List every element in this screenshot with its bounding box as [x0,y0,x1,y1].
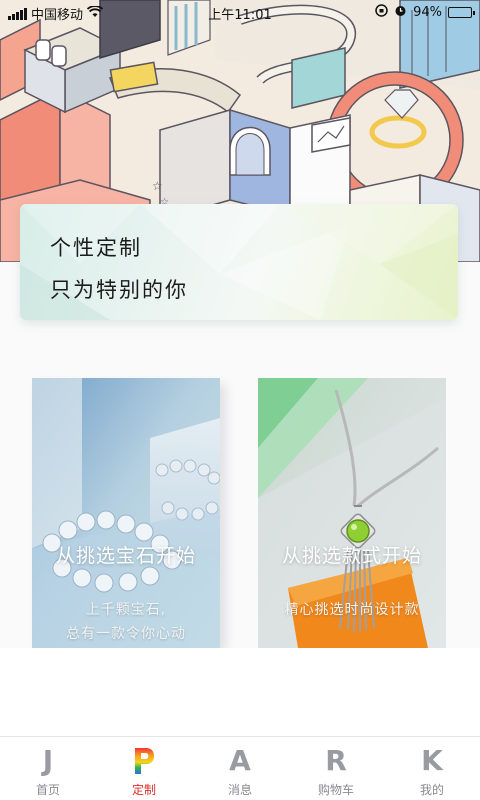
alarm-icon [394,4,407,21]
messages-icon: A [229,744,251,777]
tab-home[interactable]: J 首页 [0,737,96,800]
cart-icon: R [325,744,347,777]
tab-profile[interactable]: K 我的 [384,737,480,800]
tab-profile-label: 我的 [419,783,444,797]
svg-text:☆: ☆ [152,179,163,193]
choose-gem-subtitle-line: 总有一款令你心动 [66,626,186,642]
tab-home-label: 首页 [35,783,60,797]
battery-percent: 94% [413,5,442,20]
tab-messages[interactable]: A 消息 [192,737,288,800]
profile-icon: K [421,744,443,777]
content-spacer [0,648,480,736]
tab-customize-label: 定制 [131,783,156,797]
tab-cart-label: 购物车 [317,783,354,797]
custom-banner[interactable]: 个性定制 只为特别的你 [20,204,458,320]
tab-customize[interactable]: 定制 [96,737,192,800]
choose-style-subtitle-line: 精心挑选时尚设计款 [284,602,420,618]
tab-messages-label: 消息 [227,783,252,797]
tab-cart[interactable]: R 购物车 [288,737,384,800]
choose-gem-subtitle: 上千颗宝石, 总有一款令你心动 [32,598,220,646]
banner-subheadline: 只为特别的你 [50,278,188,302]
banner-headline: 个性定制 [50,236,142,260]
choose-style-title: 从挑选款式开始 [281,545,422,567]
status-bar: 中国移动 上午11:01 94% [0,0,480,24]
orientation-lock-icon [375,4,388,21]
choose-style-subtitle: 精心挑选时尚设计款 [258,598,446,622]
customize-icon [132,745,156,777]
choose-gem-subtitle-line: 上千颗宝石, [85,602,167,618]
choose-gem-card[interactable]: 从挑选宝石开始 上千颗宝石, 总有一款令你心动 [32,378,220,648]
bottom-tab-bar: J 首页 定制 A 消息 R 购物车 K 我的 [0,736,480,800]
battery-icon [448,7,475,18]
choose-style-card[interactable]: 从挑选款式开始 精心挑选时尚设计款 [258,378,446,648]
home-icon: J [42,744,54,777]
choose-gem-title: 从挑选宝石开始 [55,545,196,567]
